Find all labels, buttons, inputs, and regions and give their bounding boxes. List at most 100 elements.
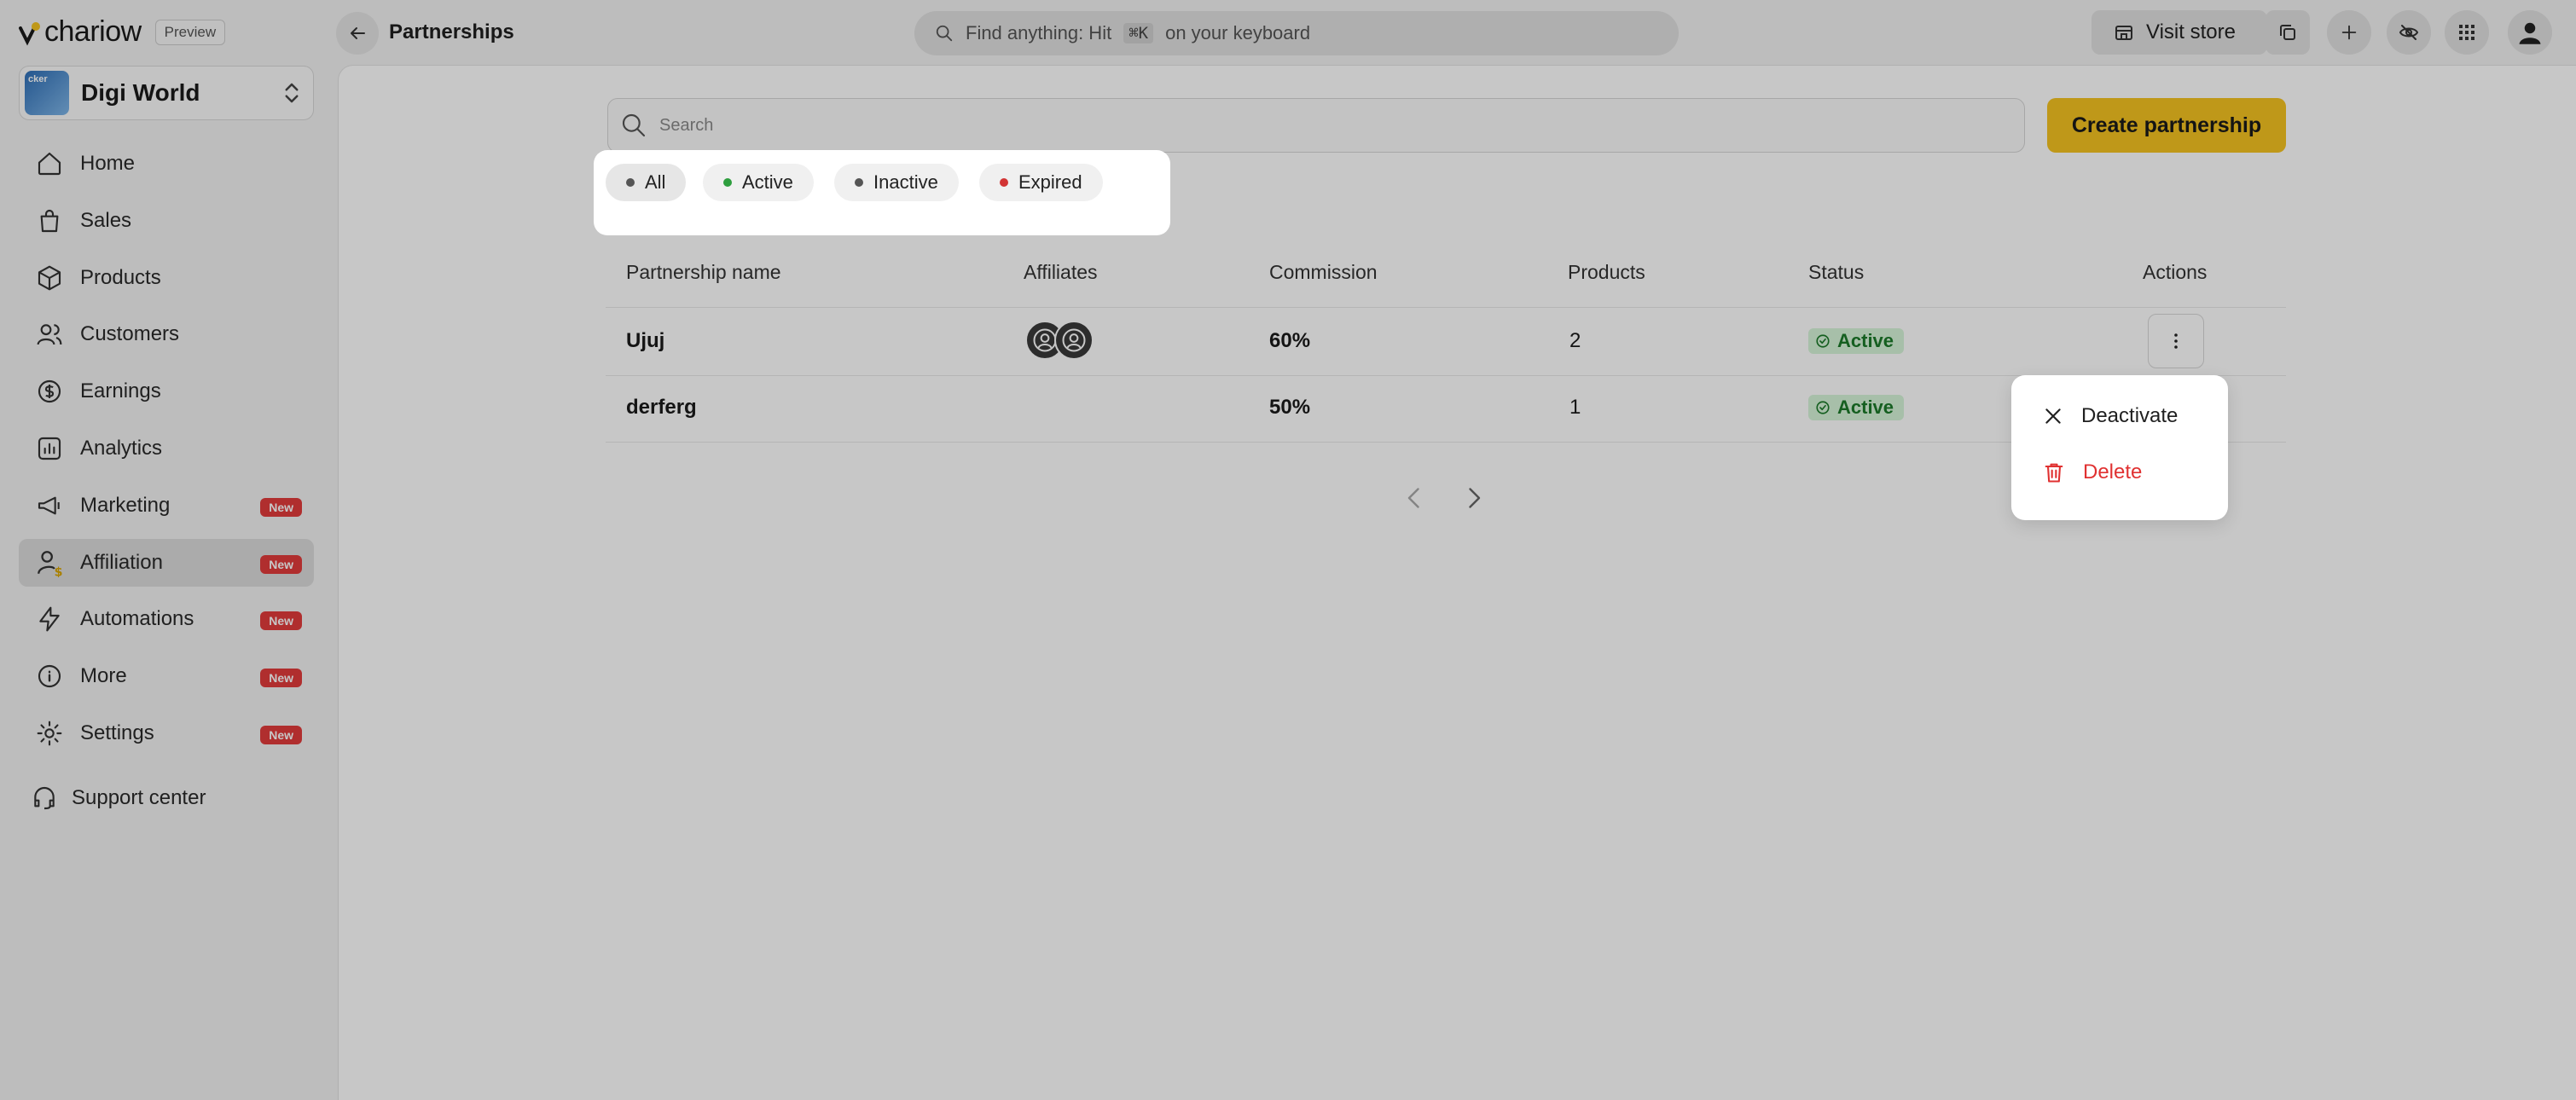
info-icon	[34, 661, 65, 692]
sidebar-item-label: Automations	[80, 607, 194, 631]
hide-toggle-button[interactable]	[2387, 10, 2431, 55]
filter-label: Inactive	[873, 171, 938, 193]
products-count: 2	[1569, 329, 1581, 352]
headset-icon	[34, 787, 55, 810]
close-icon	[2045, 408, 2061, 424]
search-input[interactable]	[659, 115, 1939, 136]
sidebar-item-settings[interactable]: Settings New	[19, 709, 314, 757]
commission-value: 60%	[1269, 329, 1311, 352]
status-label: Active	[1837, 330, 1894, 351]
check-circle-icon	[1816, 334, 1830, 348]
filter-chip-all[interactable]: All	[606, 164, 687, 201]
eye-off-icon	[2399, 25, 2419, 40]
affiliate-user-icon: $	[34, 547, 65, 578]
chariow-logo-icon	[19, 20, 40, 45]
box-icon	[34, 263, 65, 293]
new-badge: New	[260, 554, 302, 574]
global-search-text: Find anything: Hit	[966, 22, 1112, 43]
sidebar-item-affiliation[interactable]: $ Affiliation New	[19, 538, 314, 587]
chevron-up-down-icon	[285, 83, 299, 103]
sidebar-item-analytics[interactable]: Analytics	[19, 425, 314, 472]
support-center-label: Support center	[72, 786, 206, 809]
sidebar-item-automations[interactable]: Automations New	[19, 595, 314, 643]
sidebar-item-sales[interactable]: Sales	[19, 197, 314, 245]
support-center-link[interactable]: Support center	[31, 784, 206, 812]
plus-icon	[2341, 25, 2357, 40]
profile-button[interactable]	[2508, 10, 2552, 55]
copy-icon	[2280, 25, 2295, 40]
store-icon	[2115, 26, 2132, 40]
status-filter-group: All Active Inactive Expired	[594, 150, 1170, 235]
svg-text:$: $	[55, 565, 63, 576]
delete-menu-item[interactable]: Delete	[2042, 460, 2142, 484]
partnership-name[interactable]: derferg	[626, 396, 697, 420]
gear-icon	[34, 718, 65, 749]
table-divider	[606, 307, 2286, 308]
column-header-name[interactable]: Partnership name	[626, 261, 781, 284]
filter-label: Expired	[1018, 171, 1082, 193]
search-icon	[622, 113, 646, 137]
grid-icon	[2459, 25, 2474, 40]
user-avatar-icon	[2519, 22, 2541, 44]
row-actions-button[interactable]	[2148, 314, 2204, 368]
sidebar-item-earnings[interactable]: Earnings	[19, 368, 314, 415]
filter-label: All	[645, 171, 666, 193]
brand-logo[interactable]: chariow Preview	[19, 15, 226, 49]
preview-badge: Preview	[154, 19, 226, 45]
column-header-commission[interactable]: Commission	[1269, 261, 1378, 284]
filter-chip-active[interactable]: Active	[703, 164, 814, 201]
partnership-search[interactable]	[607, 98, 2025, 153]
global-search-bar[interactable]: Find anything: Hit ⌘K on your keyboard	[914, 11, 1679, 55]
column-header-actions: Actions	[2143, 261, 2208, 283]
column-header-affiliates[interactable]: Affiliates	[1024, 261, 1098, 284]
global-search-text-after: on your keyboard	[1165, 22, 1311, 43]
apps-button[interactable]	[2445, 10, 2489, 55]
new-badge: New	[260, 669, 302, 688]
user-circle-icon	[1062, 328, 1086, 352]
sidebar-item-label: Settings	[80, 721, 154, 744]
prev-page-button[interactable]	[1399, 483, 1430, 513]
column-header-status[interactable]: Status	[1808, 261, 1864, 284]
home-icon	[34, 148, 65, 179]
sidebar-item-label: Sales	[80, 208, 132, 232]
filter-chip-inactive[interactable]: Inactive	[834, 164, 959, 201]
sidebar-item-label: Marketing	[80, 493, 171, 517]
filter-dot	[723, 178, 732, 187]
status-badge: Active	[1808, 328, 1905, 354]
products-count: 1	[1569, 396, 1581, 419]
copy-button[interactable]	[2266, 10, 2310, 55]
sidebar-item-home[interactable]: Home	[19, 140, 314, 188]
row-actions-menu: Deactivate Delete	[2011, 375, 2228, 520]
filter-chip-expired[interactable]: Expired	[979, 164, 1103, 201]
chevron-left-icon	[1407, 488, 1419, 508]
store-name: Digi World	[81, 79, 200, 106]
sidebar-item-label: Home	[80, 152, 136, 175]
add-button[interactable]	[2327, 10, 2371, 55]
new-badge: New	[260, 497, 302, 517]
top-bar: chariow Preview Partnerships Find anythi…	[0, 0, 2576, 65]
back-button[interactable]	[336, 12, 379, 55]
sidebar-item-marketing[interactable]: Marketing New	[19, 482, 314, 530]
store-logo-text: cker	[28, 74, 48, 84]
sidebar-nav: Home Sales Products Customers Earnings A…	[19, 140, 314, 767]
sidebar-item-products[interactable]: Products	[19, 254, 314, 302]
filter-dot	[855, 178, 863, 187]
store-logo: cker	[25, 71, 69, 115]
status-badge: Active	[1808, 395, 1905, 420]
visit-store-button[interactable]: Visit store	[2092, 10, 2267, 55]
filter-label: Active	[742, 171, 793, 193]
sidebar-item-customers[interactable]: Customers	[19, 310, 314, 358]
lightning-icon	[34, 604, 65, 634]
affiliate-avatar[interactable]	[1054, 321, 1094, 360]
arrow-left-icon	[351, 27, 365, 39]
deactivate-menu-item[interactable]: Deactivate	[2042, 404, 2178, 428]
search-icon	[936, 25, 953, 42]
create-partnership-button[interactable]: Create partnership	[2047, 98, 2286, 153]
more-vertical-icon	[2174, 333, 2178, 349]
column-header-products[interactable]: Products	[1568, 261, 1645, 284]
next-page-button[interactable]	[1459, 483, 1489, 513]
store-selector[interactable]: cker Digi World	[19, 66, 314, 120]
sidebar-item-more[interactable]: More New	[19, 652, 314, 700]
partnership-name[interactable]: Ujuj	[626, 329, 664, 353]
filter-dot	[626, 178, 635, 187]
